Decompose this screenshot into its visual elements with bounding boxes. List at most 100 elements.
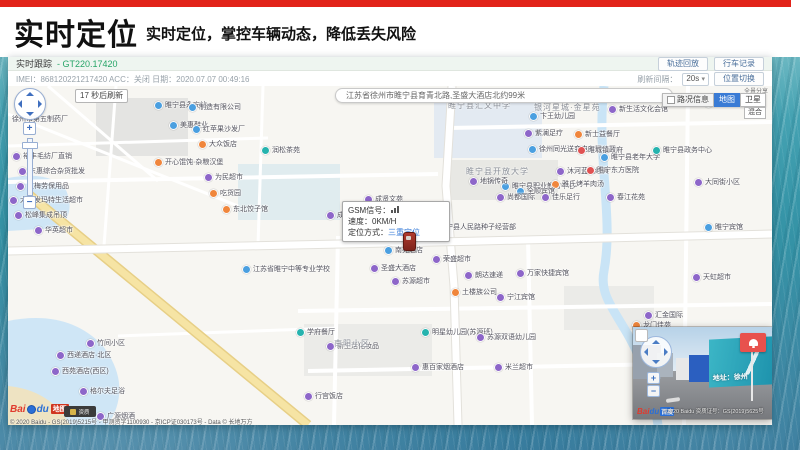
map-poi[interactable]: 红苹果沙发厂: [192, 124, 245, 134]
zoom-out-button[interactable]: −: [23, 196, 36, 209]
poi-marker-icon[interactable]: [296, 328, 305, 337]
map-poi[interactable]: 大众饭店: [198, 139, 237, 149]
map-poi[interactable]: 尚都国际: [496, 192, 535, 202]
poi-marker-icon[interactable]: [209, 189, 218, 198]
poi-marker-icon[interactable]: [692, 273, 701, 282]
map-poi[interactable]: 万家快捷宾馆: [516, 268, 569, 278]
map-type-mix-button[interactable]: 混合: [744, 107, 766, 119]
poi-marker-icon[interactable]: [16, 182, 25, 191]
poi-marker-icon[interactable]: [469, 177, 478, 186]
poi-marker-icon[interactable]: [494, 363, 503, 372]
poi-marker-icon[interactable]: [694, 178, 703, 187]
map-poi[interactable]: 红梅劳保用品: [16, 181, 69, 191]
poi-marker-icon[interactable]: [188, 103, 197, 112]
poi-marker-icon[interactable]: [432, 255, 441, 264]
poi-marker-icon[interactable]: [326, 211, 335, 220]
map-poi[interactable]: 惠百家烟酒店: [411, 362, 464, 372]
compass-up-icon[interactable]: [652, 340, 660, 344]
poi-marker-icon[interactable]: [242, 265, 251, 274]
map-poi[interactable]: 佳乐足行: [541, 192, 580, 202]
map-poi[interactable]: 制造有限公司: [188, 102, 241, 112]
map-poi[interactable]: 行宫饭店: [304, 391, 343, 401]
poi-marker-icon[interactable]: [222, 205, 231, 214]
map-poi[interactable]: 吃货园: [209, 188, 241, 198]
pan-up-icon[interactable]: [26, 92, 34, 96]
map-poi[interactable]: 大润发玛特生活超市: [9, 195, 83, 205]
map-poi[interactable]: 苏源超市: [391, 276, 430, 286]
map-poi[interactable]: 新士益餐厅: [574, 129, 620, 139]
poi-marker-icon[interactable]: [34, 226, 43, 235]
poi-marker-icon[interactable]: [600, 153, 609, 162]
map-poi[interactable]: 圣盛大酒店: [370, 263, 416, 273]
compass-right-icon[interactable]: [664, 348, 668, 356]
poi-marker-icon[interactable]: [14, 211, 23, 220]
street-view-expand-button[interactable]: [635, 329, 648, 342]
poi-marker-icon[interactable]: [574, 130, 583, 139]
map-poi[interactable]: 天虹超市: [692, 272, 731, 282]
map-poi[interactable]: 宁江宾馆: [496, 292, 535, 302]
map-poi[interactable]: 米兰超市: [494, 362, 533, 372]
poi-marker-icon[interactable]: [652, 146, 661, 155]
vehicle-marker[interactable]: [403, 232, 416, 251]
compass-down-icon[interactable]: [652, 360, 660, 364]
poi-marker-icon[interactable]: [56, 351, 65, 360]
map-poi[interactable]: 松峰集成吊顶: [14, 210, 67, 220]
poi-marker-icon[interactable]: [391, 277, 400, 286]
map-poi[interactable]: 东北饺子馆: [222, 204, 268, 214]
poi-marker-icon[interactable]: [154, 101, 163, 110]
pan-right-icon[interactable]: [38, 100, 42, 108]
track-playback-button[interactable]: 轨迹回放: [658, 57, 708, 71]
map-poi[interactable]: 朗达速递: [464, 270, 503, 280]
poi-marker-icon[interactable]: [464, 271, 473, 280]
poi-marker-icon[interactable]: [608, 105, 617, 114]
poi-marker-icon[interactable]: [541, 193, 550, 202]
map-poi[interactable]: 华英超市: [34, 225, 73, 235]
compass-left-icon[interactable]: [644, 348, 648, 356]
map-poi[interactable]: 润松茶苑: [261, 145, 300, 155]
poi-marker-icon[interactable]: [154, 158, 163, 167]
poi-marker-icon[interactable]: [411, 363, 420, 372]
pan-down-icon[interactable]: [26, 112, 34, 116]
poi-marker-icon[interactable]: [586, 166, 595, 175]
poi-marker-icon[interactable]: [451, 288, 460, 297]
map-canvas[interactable]: 睢宁县永安站制造有限公司美惠鞋业红苹果沙发厂大众饭店开心馄饨·杂粮汉堡润松茶苑徐…: [8, 86, 772, 425]
poi-marker-icon[interactable]: [384, 246, 393, 255]
map-poi[interactable]: 雅氏烤羊肉汤: [551, 179, 604, 189]
traffic-toggle[interactable]: 路况信息: [662, 93, 714, 107]
poi-marker-icon[interactable]: [496, 193, 505, 202]
poi-marker-icon[interactable]: [496, 293, 505, 302]
map-poi[interactable]: 裕丰毛纺厂直销: [12, 151, 72, 161]
map-poi[interactable]: 大同街小区: [694, 177, 740, 187]
map-poi[interactable]: 土楼族公司: [451, 287, 497, 297]
map-poi[interactable]: 新生活文化会馆: [608, 104, 668, 114]
alarm-button[interactable]: [740, 333, 766, 352]
poi-marker-icon[interactable]: [524, 129, 533, 138]
poi-marker-icon[interactable]: [18, 167, 27, 176]
map-poi[interactable]: 汇金国际: [644, 310, 683, 320]
poi-marker-icon[interactable]: [198, 140, 207, 149]
poi-marker-icon[interactable]: [51, 367, 60, 376]
map-search-input[interactable]: 江苏省徐州市睢宁县育青北路,圣盛大酒店北约99米: [335, 88, 673, 103]
map-poi[interactable]: 睢宁东方医院: [586, 165, 639, 175]
poi-marker-icon[interactable]: [304, 392, 313, 401]
map-poi[interactable]: 为民超市: [204, 172, 243, 182]
map-poi[interactable]: 江苏省睢宁中等专业学校: [242, 264, 330, 274]
poi-marker-icon[interactable]: [528, 145, 537, 154]
street-view-zoom-in[interactable]: +: [647, 372, 660, 384]
poi-marker-icon[interactable]: [370, 264, 379, 273]
map-poi[interactable]: 苏源双语幼儿园: [476, 332, 536, 342]
street-view-zoom-out[interactable]: −: [647, 385, 660, 397]
driving-record-button[interactable]: 行车记录: [714, 57, 764, 71]
poi-marker-icon[interactable]: [556, 167, 565, 176]
map-poi[interactable]: 地锅传奇: [469, 176, 508, 186]
poi-marker-icon[interactable]: [86, 339, 95, 348]
map-poi[interactable]: 睢宁县老年大学: [600, 152, 660, 162]
map-poi[interactable]: 紫澜足疗: [524, 128, 563, 138]
poi-marker-icon[interactable]: [577, 146, 586, 155]
zoom-slider-handle[interactable]: [22, 142, 38, 149]
pan-left-icon[interactable]: [18, 100, 22, 108]
map-poi[interactable]: 春江花苑: [606, 192, 645, 202]
position-switch-button[interactable]: 位置切换: [714, 72, 764, 86]
poi-marker-icon[interactable]: [79, 387, 88, 396]
map-poi[interactable]: 竹间小区: [86, 338, 125, 348]
